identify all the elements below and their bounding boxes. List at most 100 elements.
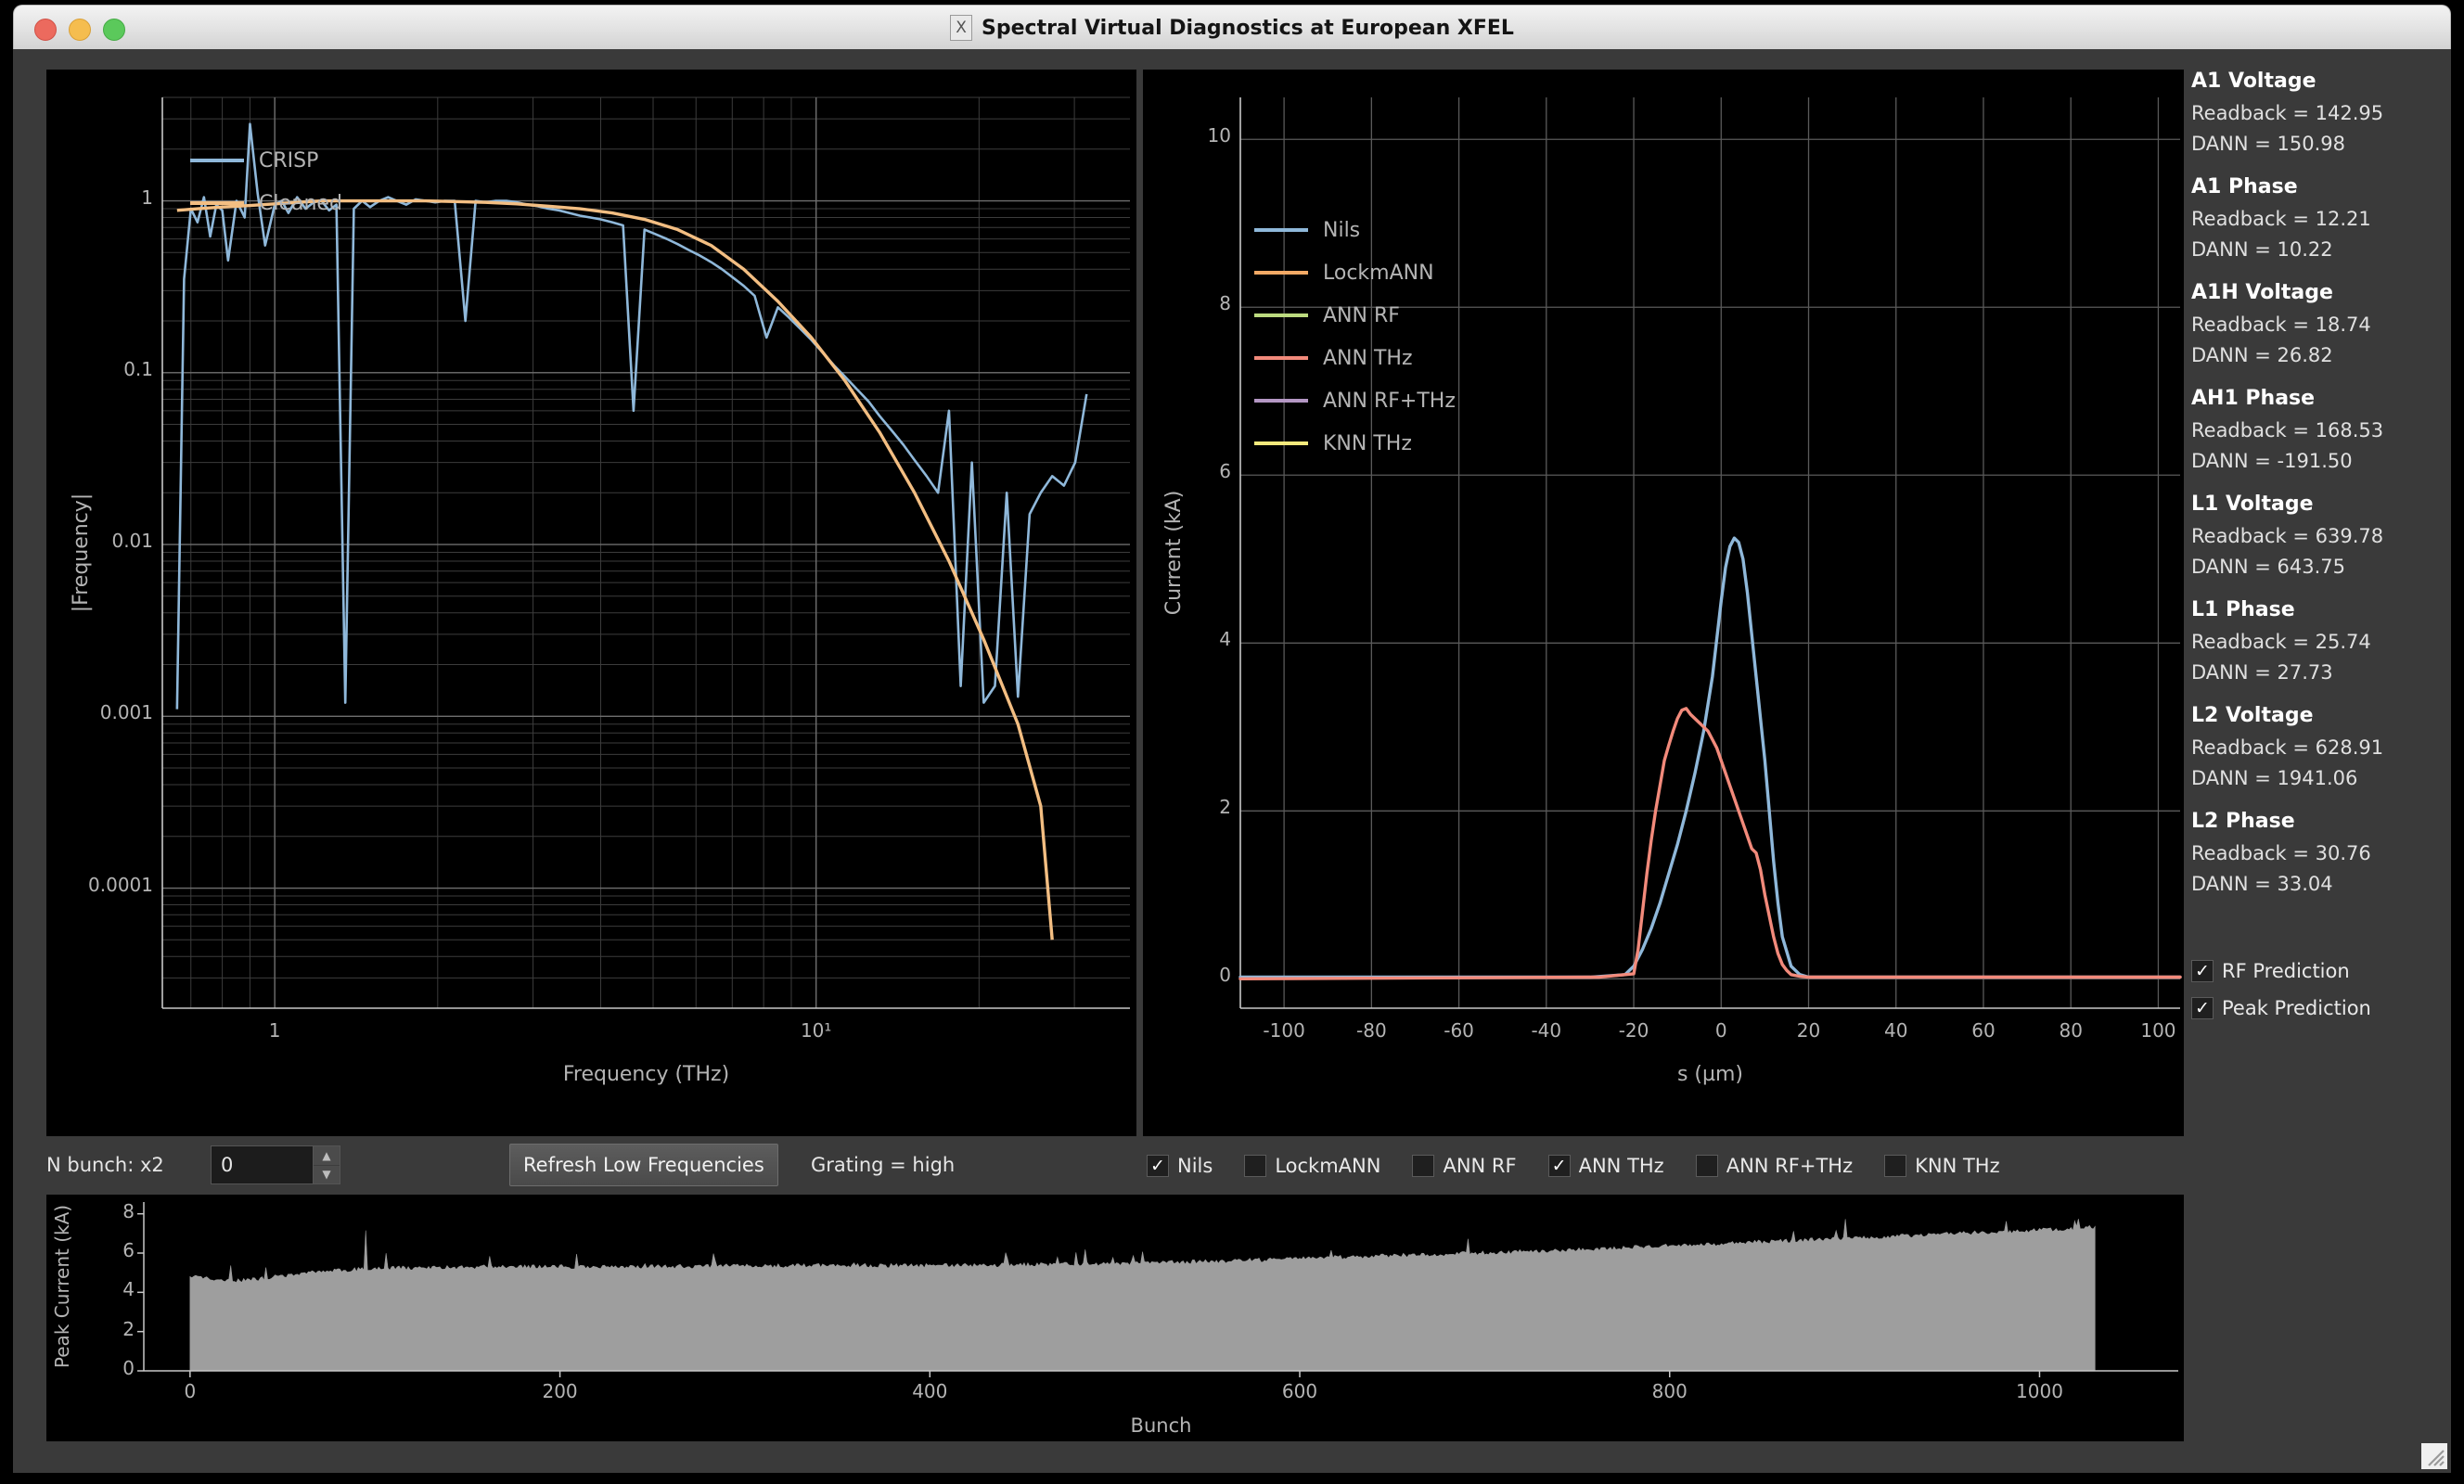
checkbox-label: RF Prediction [2222,960,2350,982]
n-bunch-stepper[interactable]: ▲ ▼ [313,1146,340,1183]
legend-label: Nils [1323,218,1361,242]
checkbox-box[interactable]: ✓ [1547,1155,1571,1177]
legend-label: ANN THz [1323,346,1413,370]
spectrum-xlabel: Frequency (THz) [563,1063,729,1086]
readback-value: Readback = 18.74 [2191,313,2371,336]
series-toggle-row: ✓ Nils LockmANN ANN RF ✓ ANN THz ANN RF+THz KNN… [1147,1142,2032,1190]
series-checkbox-ann-thz[interactable]: ✓ ANN THz [1547,1155,1664,1177]
legend-item-ann-rf-thz: ANN RF+THz [1254,379,1456,422]
legend-item-knn-thz: KNN THz [1254,422,1456,465]
group-title: L1 Voltage [2191,493,2314,516]
checkbox-box[interactable]: ✓ [2191,960,2214,982]
group-title: L1 Phase [2191,598,2295,621]
legend-label: CRISP [259,148,319,173]
legend-swatch [1254,441,1308,445]
dann-value: DANN = 33.04 [2191,873,2333,895]
legend-swatch [1254,313,1308,317]
legend-item-ann-thz: ANN THz [1254,337,1456,379]
legend-item-lockmann: LockmANN [1254,251,1456,294]
legend-label: ANN RF [1323,303,1400,327]
current-ylabel: Current (kA) [1162,491,1186,616]
checkbox-box[interactable] [1244,1155,1267,1177]
legend-item-cleaned: Cleaned [190,182,342,224]
refresh-low-frequencies-button[interactable]: Refresh Low Frequencies [509,1144,778,1186]
checkbox-label: ANN THz [1578,1155,1664,1177]
readback-sidebar: A1 Voltage Readback = 142.95 DANN = 150.98… [2191,70,2444,1442]
resize-grip[interactable] [2421,1443,2447,1469]
group-title: A1 Phase [2191,175,2298,198]
readback-group-l1-phase: L1 Phase Readback = 25.74 DANN = 27.73 [2191,598,2444,684]
checkbox-label: KNN THz [1915,1155,2000,1177]
series-checkbox-lockmann[interactable]: LockmANN [1244,1155,1380,1177]
dann-value: DANN = -191.50 [2191,450,2353,472]
n-bunch-spinbox[interactable]: 0 ▲ ▼ [211,1145,340,1184]
current-xlabel: s (µm) [1677,1063,1743,1086]
readback-value: Readback = 25.74 [2191,631,2371,653]
series-checkbox-nils[interactable]: ✓ Nils [1147,1155,1213,1177]
legend-swatch [1254,356,1308,360]
readback-group-l1-voltage: L1 Voltage Readback = 639.78 DANN = 643.75 [2191,493,2444,578]
current-profile-plot[interactable]: -100 -80 -60 -40 -20 0 20 40 60 80 100 0 2 4 6 8 10 s (µm… [1143,70,2184,1136]
legend-swatch [1254,228,1308,232]
dann-value: DANN = 26.82 [2191,344,2333,366]
group-title: A1 Voltage [2191,70,2316,93]
n-bunch-label: N bunch: x2 [46,1154,164,1176]
checkbox-box[interactable] [1412,1155,1435,1177]
dann-value: DANN = 10.22 [2191,238,2333,261]
stepper-down-icon[interactable]: ▼ [314,1166,340,1184]
legend-item-ann-rf: ANN RF [1254,294,1456,337]
readback-group-ah1-phase: AH1 Phase Readback = 168.53 DANN = -191.50 [2191,387,2444,472]
bunch-xlabel: Bunch [1131,1414,1192,1437]
series-checkbox-ann-rf[interactable]: ANN RF [1412,1155,1517,1177]
current-profile-legend: Nils LockmANN ANN RF ANN THz ANN RF+THz KNN T… [1254,209,1456,465]
group-title: L2 Voltage [2191,704,2314,727]
dann-value: DANN = 27.73 [2191,661,2333,684]
checkbox-box[interactable] [1884,1155,1907,1177]
legend-label: LockmANN [1323,261,1434,285]
readback-value: Readback = 12.21 [2191,208,2371,230]
readback-value: Readback = 168.53 [2191,419,2384,441]
checkbox-box[interactable]: ✓ [1147,1155,1169,1177]
legend-swatch [190,159,244,162]
window-title: Spectral Virtual Diagnostics at European… [982,16,1514,40]
legend-swatch [190,201,244,205]
legend-item-crisp: CRISP [190,139,342,182]
spectrum-plot-canvas: 1 10¹10.10.010.0010.0001Frequency (THz)|F… [46,70,1136,1136]
grating-status: Grating = high [811,1154,956,1176]
stepper-up-icon[interactable]: ▲ [314,1146,340,1166]
bunch-train-plot[interactable]: 0 200 400 600 800 1000 0 2 4 6 8 Bunch Peak Current … [46,1195,2184,1442]
spectrum-legend: CRISP Cleaned [190,139,342,224]
sidebar-checkbox-rf-prediction[interactable]: ✓ RF Prediction [2191,960,2444,982]
checkbox-box[interactable] [1695,1155,1718,1177]
sidebar-checkbox-peak-prediction[interactable]: ✓ Peak Prediction [2191,997,2444,1019]
checkbox-label: ANN RF [1443,1155,1517,1177]
readback-group-l2-voltage: L2 Voltage Readback = 628.91 DANN = 1941.0… [2191,704,2444,789]
checkbox-label: Peak Prediction [2222,997,2371,1019]
spectrum-ylabel: |Frequency| [70,493,93,612]
window-title-area: X Spectral Virtual Diagnostics at Europe… [14,6,2450,50]
dann-value: DANN = 150.98 [2191,133,2346,155]
checkbox-label: ANN RF+THz [1726,1155,1854,1177]
group-title: L2 Phase [2191,810,2295,833]
readback-group-a1-voltage: A1 Voltage Readback = 142.95 DANN = 150.98 [2191,70,2444,155]
series-checkbox-knn-thz[interactable]: KNN THz [1884,1155,2000,1177]
bunch-train-canvas: 0 200 400 600 800 100002468BunchPeak Current … [46,1195,2184,1442]
checkbox-box[interactable]: ✓ [2191,997,2214,1019]
spectrum-plot[interactable]: 1 10¹ 1 0.1 0.01 0.001 0.0001 Frequency (THz) |F… [46,70,1136,1136]
n-bunch-value: 0 [221,1154,234,1176]
readback-value: Readback = 628.91 [2191,736,2384,759]
readback-value: Readback = 142.95 [2191,102,2384,124]
dann-value: DANN = 643.75 [2191,556,2346,578]
legend-label: Cleaned [259,191,342,215]
bunch-ylabel: Peak Current (kA) [51,1205,73,1368]
dann-value: DANN = 1941.06 [2191,767,2358,789]
readback-group-a1h-voltage: A1H Voltage Readback = 18.74 DANN = 26.82 [2191,281,2444,366]
x-logo-icon: X [950,15,973,41]
series-checkbox-ann-rf-thz[interactable]: ANN RF+THz [1695,1155,1854,1177]
legend-swatch [1254,399,1308,403]
status-bar [13,1441,2451,1473]
legend-swatch [1254,271,1308,275]
readback-group-l2-phase: L2 Phase Readback = 30.76 DANN = 33.04 [2191,810,2444,895]
checkbox-label: Nils [1177,1155,1213,1177]
legend-label: ANN RF+THz [1323,389,1456,413]
